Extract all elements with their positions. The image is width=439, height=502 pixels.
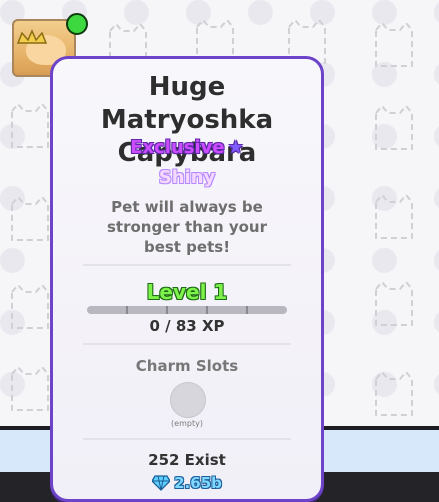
pet-description: Pet will always be stronger than your be… xyxy=(106,198,268,256)
xp-value: 0 / 83 XP xyxy=(149,317,225,335)
level-label: Level 1 xyxy=(146,280,228,304)
xp-tick xyxy=(206,306,208,314)
charm-slots-title: Charm Slots xyxy=(135,357,239,375)
online-status-dot xyxy=(66,13,88,35)
value-row: 2.65b xyxy=(53,473,321,493)
xp-tick xyxy=(166,306,168,314)
xp-tick xyxy=(126,306,128,314)
pet-info-card: Huge Matryoshka Capybara Exclusive ★ Shin… xyxy=(50,56,324,502)
divider xyxy=(83,264,291,266)
xp-progress-bar xyxy=(87,306,287,314)
exist-count: 252 Exist xyxy=(148,451,226,469)
star-icon: ★ xyxy=(227,137,244,158)
diamond-icon xyxy=(152,475,171,491)
pet-value: 2.65b xyxy=(174,474,222,492)
divider xyxy=(83,438,291,440)
crown-icon xyxy=(16,29,48,44)
charm-slot-empty-label: (empty) xyxy=(171,419,203,428)
divider xyxy=(83,343,291,345)
charm-slot[interactable] xyxy=(170,382,206,418)
rarity-label: Exclusive ★ xyxy=(53,137,321,159)
rarity-text: Exclusive xyxy=(130,137,225,158)
xp-tick xyxy=(246,306,248,314)
variant-label: Shiny xyxy=(158,167,216,188)
